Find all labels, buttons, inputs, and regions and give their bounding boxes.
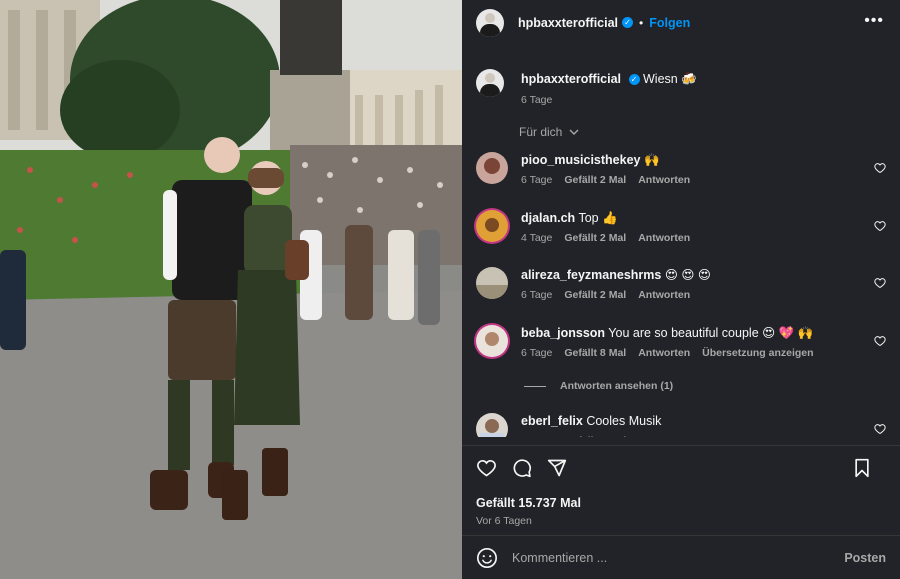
reply-button[interactable]: Antworten: [638, 289, 690, 301]
header-separator: •: [639, 15, 644, 30]
caption-avatar[interactable]: [476, 69, 504, 97]
like-heart-icon[interactable]: [476, 458, 497, 478]
action-icons: [476, 458, 886, 478]
translate-button[interactable]: Übersetzung anzeigen: [702, 347, 813, 359]
heart-icon[interactable]: [874, 423, 886, 435]
reply-button[interactable]: Antworten: [638, 232, 690, 244]
comment-likes-link[interactable]: Gefällt 8 Mal: [564, 347, 626, 359]
comment-sort-label: Für dich: [519, 125, 563, 139]
like-count[interactable]: Gefällt 15.737 Mal: [476, 496, 886, 510]
heart-icon[interactable]: [874, 277, 886, 289]
comment-age: 6 Tage: [521, 174, 553, 186]
post-caption: hpbaxxterofficial ✓ Wiesn 🍻 6 Tage: [476, 69, 697, 106]
reply-button[interactable]: Antworten: [638, 174, 690, 186]
comment-item: beba_jonsson You are so beautiful couple…: [476, 325, 888, 359]
comment-likes-link[interactable]: Gefällt 2 Mal: [564, 232, 626, 244]
author-avatar[interactable]: [476, 8, 504, 37]
share-icon[interactable]: [547, 458, 567, 478]
emoji-icon[interactable]: [476, 547, 498, 569]
comment-text: You are so beautiful couple 😍 💖 🙌: [608, 326, 814, 340]
comment-icon[interactable]: [512, 458, 532, 478]
comment-likes-link[interactable]: Gefällt 2 Mal: [564, 174, 626, 186]
commenter-username[interactable]: beba_jonsson: [521, 326, 605, 340]
comment-item: djalan.ch Top 👍 4 Tage Gefällt 2 Mal Ant…: [476, 210, 888, 244]
comment-age: 6 Tage: [521, 289, 553, 301]
caption-username[interactable]: hpbaxxterofficial: [521, 72, 621, 86]
comments-scroll-mask: [462, 437, 900, 445]
caption-age: 6 Tage: [521, 94, 553, 106]
chevron-down-icon: [569, 129, 579, 136]
comment-text: Top 👍: [578, 211, 618, 225]
commenter-username[interactable]: eberl_felix: [521, 414, 583, 428]
post-photo-illustration: [0, 0, 462, 579]
comment-item: pioo_musicisthekey 🙌 6 Tage Gefällt 2 Ma…: [476, 152, 888, 186]
commenter-username[interactable]: pioo_musicisthekey: [521, 153, 641, 167]
post-comment-button[interactable]: Posten: [844, 551, 886, 565]
comment-item: alireza_feyzmaneshrms 😍 😍 😍 6 Tage Gefäl…: [476, 267, 888, 301]
post-side-panel: hpbaxxterofficial ✓ • Folgen ••• hpbaxxt…: [462, 0, 900, 579]
comment-age: 6 Tage: [521, 347, 553, 359]
post-header: hpbaxxterofficial ✓ • Folgen •••: [462, 0, 900, 45]
commenter-username[interactable]: alireza_feyzmaneshrms: [521, 268, 661, 282]
reply-button[interactable]: Antworten: [638, 347, 690, 359]
verified-badge-icon: ✓: [628, 74, 640, 86]
heart-icon[interactable]: [874, 220, 886, 232]
comment-composer: Posten: [462, 535, 900, 579]
more-options-icon[interactable]: •••: [864, 12, 884, 30]
comment-text: Cooles Musik: [586, 414, 662, 428]
comment-likes-link[interactable]: Gefällt 2 Mal: [564, 289, 626, 301]
commenter-avatar[interactable]: [476, 325, 508, 357]
follow-button[interactable]: Folgen: [649, 16, 690, 30]
commenter-avatar[interactable]: [476, 210, 508, 242]
commenter-avatar[interactable]: [476, 152, 508, 184]
commenter-avatar[interactable]: [476, 267, 508, 299]
comment-age: 4 Tage: [521, 232, 553, 244]
heart-icon[interactable]: [874, 335, 886, 347]
comment-input[interactable]: [512, 550, 845, 565]
bookmark-icon[interactable]: [853, 458, 871, 478]
post-actions: Gefällt 15.737 Mal Vor 6 Tagen: [462, 445, 900, 527]
heart-icon[interactable]: [874, 162, 886, 174]
author-username[interactable]: hpbaxxterofficial: [518, 16, 618, 30]
comment-text: 🙌: [643, 153, 660, 167]
caption-text: Wiesn 🍻: [643, 72, 697, 86]
comment-text: 😍 😍 😍: [664, 268, 711, 282]
post-date: Vor 6 Tagen: [476, 515, 532, 527]
view-replies-button[interactable]: Antworten ansehen (1): [524, 380, 673, 392]
post-photo[interactable]: [0, 0, 462, 579]
verified-badge-icon: ✓: [622, 17, 634, 28]
comment-sort-dropdown[interactable]: Für dich: [519, 125, 579, 139]
commenter-username[interactable]: djalan.ch: [521, 211, 575, 225]
